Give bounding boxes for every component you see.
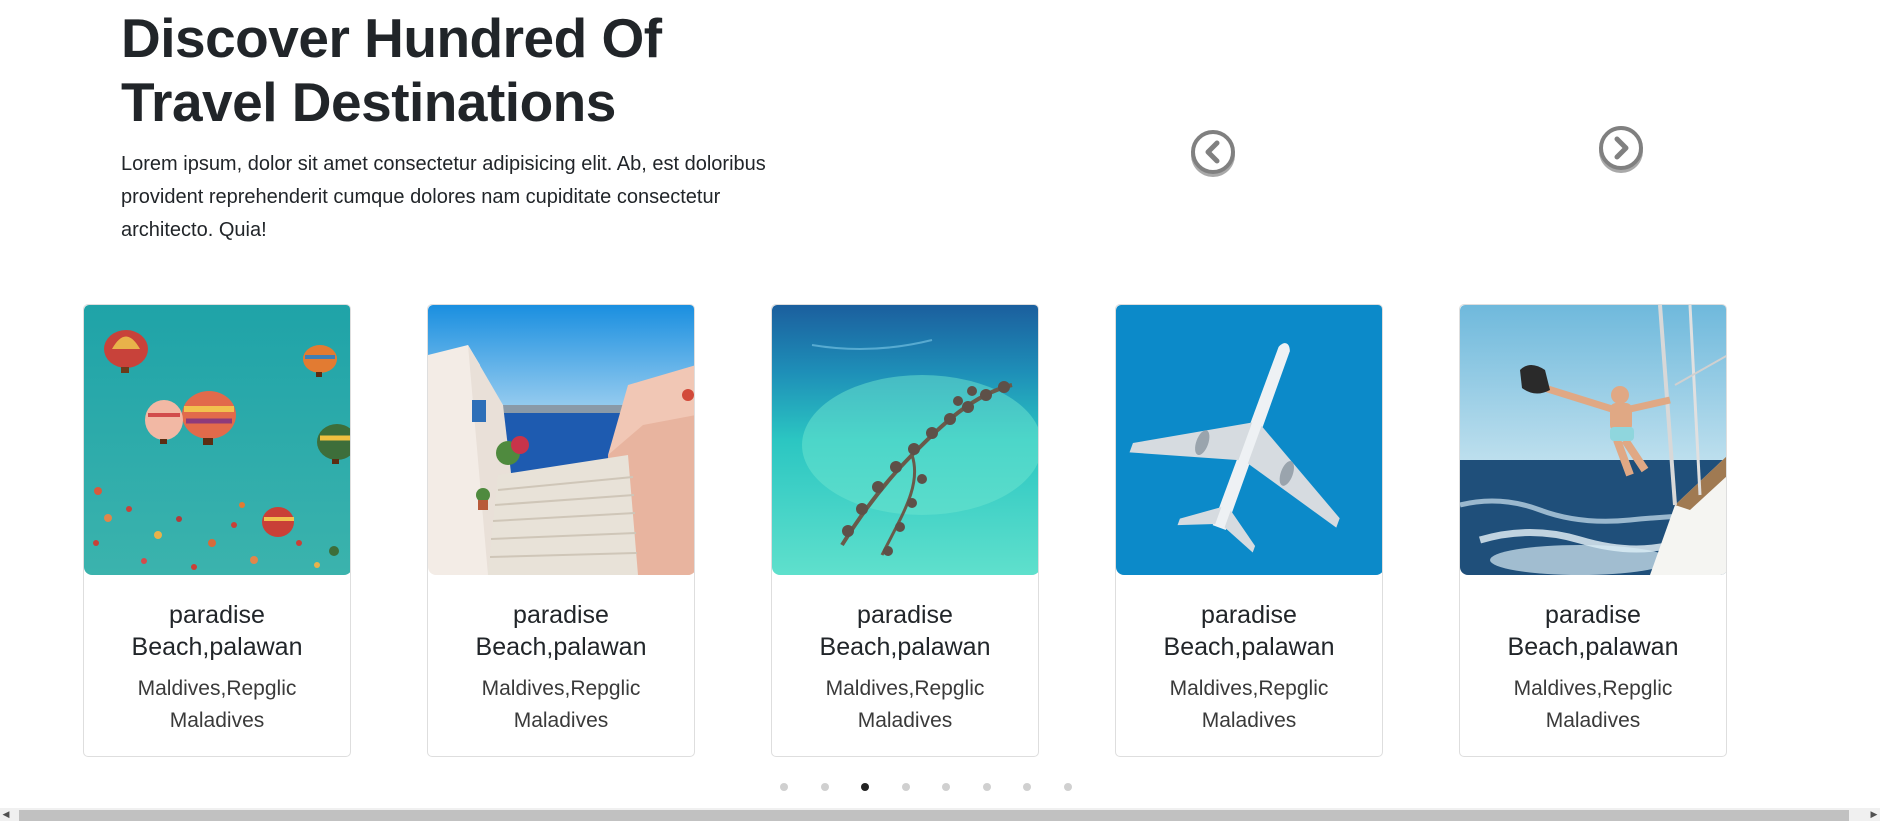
- santorini-stairs-image: [428, 305, 694, 575]
- carousel-prev-button[interactable]: [1191, 130, 1235, 174]
- pagination-dot[interactable]: [1023, 783, 1031, 791]
- scrollbar-thumb[interactable]: [19, 810, 1849, 821]
- pagination-dot[interactable]: [902, 783, 910, 791]
- pagination-dot[interactable]: [861, 783, 869, 791]
- pagination-dot[interactable]: [1064, 783, 1072, 791]
- card-subtitle: Maldives,Repglic Maladives: [84, 673, 350, 737]
- card-subtitle: Maldives,Repglic Maladives: [428, 673, 694, 737]
- pagination-dot[interactable]: [942, 783, 950, 791]
- card-subtitle-line2: Maladives: [1201, 709, 1297, 732]
- card-title: paradise Beach,palawan: [1460, 599, 1726, 663]
- hero-title-line1: Discover Hundred Of: [121, 7, 662, 69]
- destination-card[interactable]: paradise Beach,palawan Maldives,Repglic …: [1115, 304, 1383, 757]
- card-title: paradise Beach,palawan: [772, 599, 1038, 663]
- card-title-line2: Beach,palawan: [131, 633, 303, 661]
- card-title-line1: paradise: [513, 601, 609, 629]
- card-subtitle-line1: Maldives,Repglic: [1169, 677, 1329, 700]
- destination-card[interactable]: paradise Beach,palawan Maldives,Repglic …: [1459, 304, 1727, 757]
- card-title: paradise Beach,palawan: [84, 599, 350, 663]
- card-subtitle-line2: Maladives: [169, 709, 265, 732]
- card-subtitle-line1: Maldives,Repglic: [481, 677, 641, 700]
- hero-title-line2: Travel Destinations: [121, 71, 616, 133]
- card-title: paradise Beach,palawan: [428, 599, 694, 663]
- card-subtitle: Maldives,Repglic Maladives: [772, 673, 1038, 737]
- hero-description: Lorem ipsum, dolor sit amet consectetur …: [121, 153, 766, 241]
- card-subtitle-line2: Maladives: [857, 709, 953, 732]
- card-title-line1: paradise: [857, 601, 953, 629]
- scroll-left-icon[interactable]: ◀: [0, 808, 12, 821]
- card-subtitle-line1: Maldives,Repglic: [825, 677, 985, 700]
- hero-title: Discover Hundred Of Travel Destinations: [121, 0, 781, 134]
- pagination-dot[interactable]: [780, 783, 788, 791]
- hero-section: Discover Hundred Of Travel Destinations …: [121, 0, 781, 247]
- carousel-next-button[interactable]: [1599, 126, 1643, 170]
- airplane-image: [1116, 305, 1382, 575]
- card-title-line1: paradise: [1545, 601, 1641, 629]
- pagination-dot[interactable]: [983, 783, 991, 791]
- card-title: paradise Beach,palawan: [1116, 599, 1382, 663]
- card-title-line1: paradise: [169, 601, 265, 629]
- destination-card[interactable]: paradise Beach,palawan Maldives,Repglic …: [771, 304, 1039, 757]
- sailboat-man-image: [1460, 305, 1726, 575]
- chevron-left-icon: [1205, 140, 1220, 164]
- destination-card[interactable]: paradise Beach,palawan Maldives,Repglic …: [427, 304, 695, 757]
- card-title-line2: Beach,palawan: [475, 633, 647, 661]
- card-subtitle: Maldives,Repglic Maladives: [1460, 673, 1726, 737]
- card-subtitle-line2: Maladives: [1545, 709, 1641, 732]
- card-title-line2: Beach,palawan: [819, 633, 991, 661]
- hot-air-balloons-image: [84, 305, 350, 575]
- card-subtitle-line1: Maldives,Repglic: [1513, 677, 1673, 700]
- pagination-dot[interactable]: [821, 783, 829, 791]
- card-subtitle: Maldives,Repglic Maladives: [1116, 673, 1382, 737]
- maldives-villas-image: [772, 305, 1038, 575]
- card-title-line2: Beach,palawan: [1507, 633, 1679, 661]
- horizontal-scrollbar[interactable]: ◀ ▶: [0, 808, 1880, 821]
- card-title-line1: paradise: [1201, 601, 1297, 629]
- card-subtitle-line2: Maladives: [513, 709, 609, 732]
- destination-card[interactable]: paradise Beach,palawan Maldives,Repglic …: [83, 304, 351, 757]
- scroll-right-icon[interactable]: ▶: [1868, 808, 1880, 821]
- card-title-line2: Beach,palawan: [1163, 633, 1335, 661]
- chevron-right-icon: [1614, 136, 1629, 160]
- card-subtitle-line1: Maldives,Repglic: [137, 677, 297, 700]
